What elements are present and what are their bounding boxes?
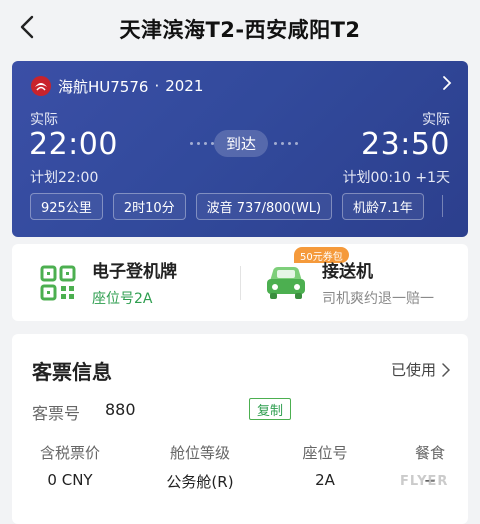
- cabin-label: 舱位等级: [169, 444, 230, 462]
- flight-tags: 925公里 2时10分 波音 737/800(WL) 机龄7.1年: [30, 193, 424, 220]
- separator-dot: ·: [154, 77, 160, 95]
- tags-divider: [442, 195, 443, 217]
- seat-column: 座位号 2A: [265, 442, 385, 489]
- qr-code-icon: [40, 265, 76, 300]
- airline-row: 海航HU7576 · 2021: [30, 75, 203, 97]
- seat-value: 2A: [315, 471, 335, 489]
- services-divider: [240, 266, 241, 300]
- fare-column: 含税票价 0 CNY: [10, 442, 130, 489]
- aircraft-tag[interactable]: 波音 737/800(WL): [195, 193, 333, 220]
- boarding-pass-title: 电子登机牌: [92, 262, 177, 282]
- departure-time: 22:00: [29, 127, 118, 162]
- ticket-section-title: 客票信息: [32, 360, 112, 384]
- flight-year: 2021: [165, 77, 204, 95]
- cabin-value: 公务舱(R): [166, 473, 234, 491]
- meal-label: 餐食: [414, 444, 445, 462]
- arrival-planned: 计划00:10 +1天: [342, 170, 450, 186]
- chevron-right-icon[interactable]: [442, 75, 452, 91]
- boarding-pass-entry[interactable]: 电子登机牌 座位号2A: [40, 244, 177, 321]
- duration-tag: 2时10分: [112, 193, 186, 220]
- ticket-info-card: 客票信息 已使用 客票号 880 复制 含税票价 0 CNY 舱位等级 公务舱(…: [12, 334, 468, 524]
- copy-button[interactable]: 复制: [249, 398, 292, 420]
- arrival-label: 实际: [422, 112, 450, 128]
- departure-label: 实际: [30, 112, 58, 128]
- top-bar: 天津滨海T2-西安咸阳T2: [0, 0, 480, 58]
- ticket-number-label: 客票号: [32, 404, 81, 423]
- progress-dots-right: [274, 142, 298, 145]
- flight-status-badge: 到达: [214, 130, 268, 157]
- ticket-status-link[interactable]: 已使用: [391, 359, 450, 380]
- car-icon: [267, 266, 305, 299]
- aircraft-age-tag: 机龄7.1年: [342, 193, 424, 220]
- seat-label: 座位号: [302, 444, 348, 462]
- ticket-number: 880: [105, 400, 136, 419]
- flight-number: 海航HU7576: [58, 77, 149, 96]
- chevron-right-icon: [442, 362, 450, 377]
- ticket-status: 已使用: [390, 361, 436, 379]
- services-card: 电子登机牌 座位号2A 50元券包 接送机 司机爽约退一赔一: [12, 244, 468, 321]
- arrival-time: 23:50: [361, 127, 450, 162]
- flight-card[interactable]: 海航HU7576 · 2021 实际 22:00 计划22:00 到达 实际 2…: [12, 61, 468, 237]
- pickup-subtitle: 司机爽约退一赔一: [322, 291, 434, 307]
- hainan-airlines-logo-icon: [31, 76, 51, 96]
- watermark: FLYER: [400, 474, 449, 489]
- cabin-column: 舱位等级 公务舱(R): [140, 442, 260, 492]
- departure-planned: 计划22:00: [30, 170, 99, 186]
- chevron-left-icon: [20, 15, 34, 39]
- back-button[interactable]: [12, 12, 42, 42]
- progress-dots-left: [190, 142, 214, 145]
- fare-value: 0 CNY: [47, 471, 93, 489]
- page-title: 天津滨海T2-西安咸阳T2: [119, 18, 361, 42]
- pickup-title: 接送机: [322, 262, 373, 282]
- boarding-pass-seat: 座位号2A: [92, 291, 153, 307]
- fare-label: 含税票价: [39, 444, 100, 462]
- distance-tag: 925公里: [30, 193, 103, 220]
- pickup-service-entry[interactable]: 接送机 司机爽约退一赔一: [264, 244, 434, 321]
